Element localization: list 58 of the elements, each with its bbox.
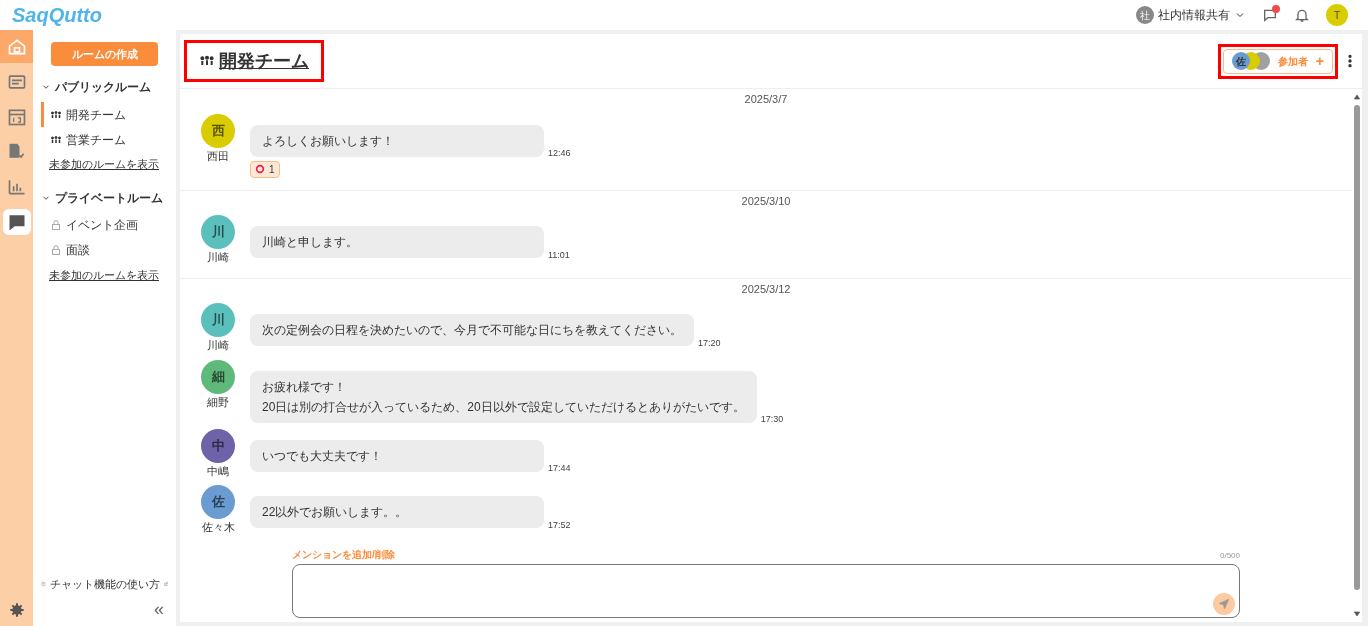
message-bubble: 次の定例会の日程を決めたいので、今月で不可能な日にちを教えてください。 (250, 314, 694, 346)
sender-name: 佐々木 (201, 520, 235, 535)
scroll-up-icon (1353, 93, 1361, 101)
collapse-button[interactable]: « (154, 600, 164, 618)
user-avatar: 佐 (201, 485, 235, 519)
sender-name: 川崎 (207, 338, 229, 353)
character-counter: 0/500 (1219, 550, 1240, 562)
message-time: 17:44 (548, 462, 571, 475)
message-input[interactable] (292, 564, 1240, 618)
message-bubble: 22以外でお願いします。。 (250, 496, 544, 528)
date-separator: 2025/3/12 (741, 281, 791, 297)
user-avatar: 川 (201, 215, 235, 249)
message-bubble: 川崎と申します。 (250, 226, 544, 258)
sender-name: 細野 (207, 394, 229, 410)
room-item[interactable]: 面談 (41, 237, 168, 263)
send-button[interactable] (1213, 593, 1235, 615)
group-icon (50, 133, 62, 146)
group-icon (50, 108, 62, 121)
message-bubble: よろしくお願いします！ (250, 124, 544, 157)
user-avatar: 西 (201, 113, 235, 148)
message-time: 17:52 (548, 518, 571, 532)
more-rooms-link[interactable]: 未参加のルームを表示 (49, 156, 159, 173)
workspace-avatar: 社 (1136, 6, 1154, 24)
sender-name: 中嶋 (207, 463, 229, 479)
message-time: 12:46 (548, 147, 571, 160)
date-separator: 2025/3/7 (744, 92, 788, 107)
bell-icon (1294, 7, 1310, 23)
section-header[interactable]: パブリックルーム (41, 78, 151, 96)
circle-icon (255, 164, 265, 174)
participant-avatar: 佐 (1231, 52, 1250, 70)
message-time: 17:20 (698, 336, 721, 350)
chat-icon (1262, 7, 1278, 23)
user-avatar[interactable]: T (1326, 4, 1348, 26)
send-icon (1218, 598, 1230, 610)
message-bubble: お疲れ様です！ 20日は別の打合せが入っているため、20日以外で設定していただけるとありがたいです。 (250, 370, 757, 423)
user-avatar: 川 (201, 303, 235, 337)
room-item[interactable]: 開発チーム (41, 102, 168, 127)
message-bubble: いつでも大丈夫です！ (250, 439, 544, 472)
reaction-badge[interactable]: 1 (250, 160, 280, 178)
participants-button[interactable]: 佐 参加者 + (1222, 48, 1333, 74)
message-time: 17:30 (760, 413, 784, 426)
sender-name: 西田 (207, 148, 229, 164)
settings-icon (8, 602, 25, 618)
room-item[interactable]: 営業チーム (41, 127, 168, 152)
help-link[interactable]: チャット機能の使い方 (41, 575, 168, 592)
user-avatar: 中 (201, 428, 235, 463)
date-separator: 2025/3/10 (741, 193, 791, 209)
scroll-down-icon (1353, 610, 1361, 618)
workspace-selector[interactable]: 社 社内情報共有 (1136, 6, 1246, 24)
section-header[interactable]: プライベートルーム (41, 188, 163, 207)
message-time: 11:01 (548, 248, 570, 262)
room-title: 開発チーム (219, 49, 309, 73)
sender-name: 川崎 (207, 250, 229, 265)
room-item[interactable]: イベント企画 (41, 212, 168, 238)
more-rooms-link[interactable]: 未参加のルームを表示 (49, 266, 159, 283)
lock-icon (50, 244, 62, 256)
lock-icon (50, 219, 62, 231)
user-avatar: 細 (201, 359, 235, 394)
